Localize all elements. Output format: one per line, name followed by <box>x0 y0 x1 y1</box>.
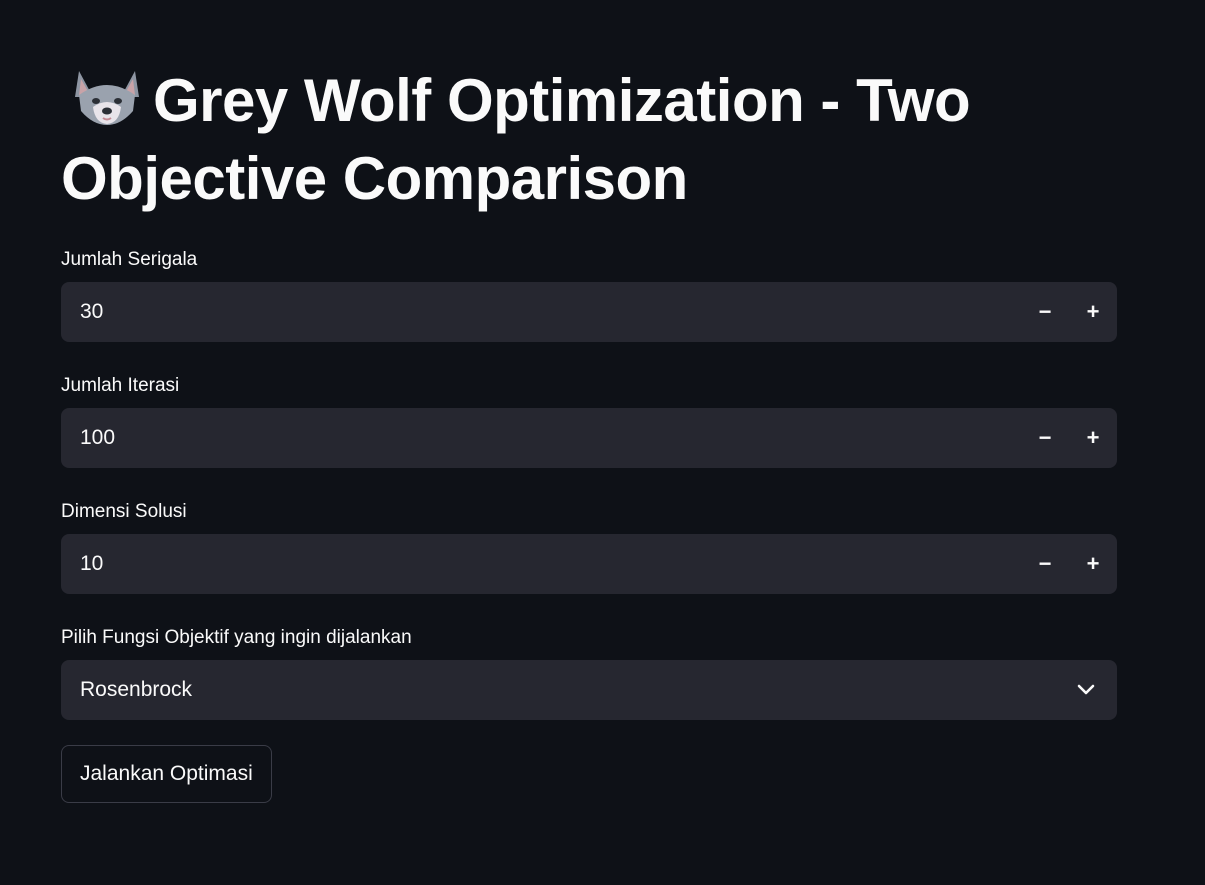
objective-label: Pilih Fungsi Objektif yang ingin dijalan… <box>61 627 412 648</box>
wolves-decrement-button[interactable]: − <box>1021 282 1069 342</box>
objective-select[interactable]: Rosenbrock <box>61 660 1117 720</box>
dimensions-number-input[interactable]: 10 − + <box>61 534 1117 594</box>
dimensions-increment-button[interactable]: + <box>1069 534 1117 594</box>
chevron-down-icon[interactable] <box>1077 684 1095 696</box>
iterations-field: Jumlah Iterasi 100 − + <box>61 374 1117 468</box>
wolves-value[interactable]: 30 <box>61 300 1021 324</box>
objective-field: Pilih Fungsi Objektif yang ingin dijalan… <box>61 626 1117 720</box>
iterations-increment-button[interactable]: + <box>1069 408 1117 468</box>
main-content: Grey Wolf Optimization - Two Objective C… <box>61 0 1117 803</box>
wolves-field: Jumlah Serigala 30 − + <box>61 248 1117 342</box>
run-optimization-button[interactable]: Jalankan Optimasi <box>61 745 272 803</box>
wolves-number-input[interactable]: 30 − + <box>61 282 1117 342</box>
wolf-emoji-icon <box>75 71 139 125</box>
iterations-stepper: − + <box>1021 408 1117 468</box>
iterations-value[interactable]: 100 <box>61 426 1021 450</box>
wolves-increment-button[interactable]: + <box>1069 282 1117 342</box>
run-button-container: Jalankan Optimasi <box>61 745 1117 803</box>
wolves-stepper: − + <box>1021 282 1117 342</box>
dimensions-value[interactable]: 10 <box>61 552 1021 576</box>
objective-selected-value: Rosenbrock <box>80 678 193 701</box>
wolves-label: Jumlah Serigala <box>61 249 198 270</box>
dimensions-decrement-button[interactable]: − <box>1021 534 1069 594</box>
iterations-decrement-button[interactable]: − <box>1021 408 1069 468</box>
page-title-text: Grey Wolf Optimization - Two Objective C… <box>61 67 971 212</box>
dimensions-field: Dimensi Solusi 10 − + <box>61 500 1117 594</box>
iterations-number-input[interactable]: 100 − + <box>61 408 1117 468</box>
iterations-label: Jumlah Iterasi <box>61 375 180 396</box>
page-title: Grey Wolf Optimization - Two Objective C… <box>61 0 1117 218</box>
dimensions-label: Dimensi Solusi <box>61 501 187 522</box>
dimensions-stepper: − + <box>1021 534 1117 594</box>
